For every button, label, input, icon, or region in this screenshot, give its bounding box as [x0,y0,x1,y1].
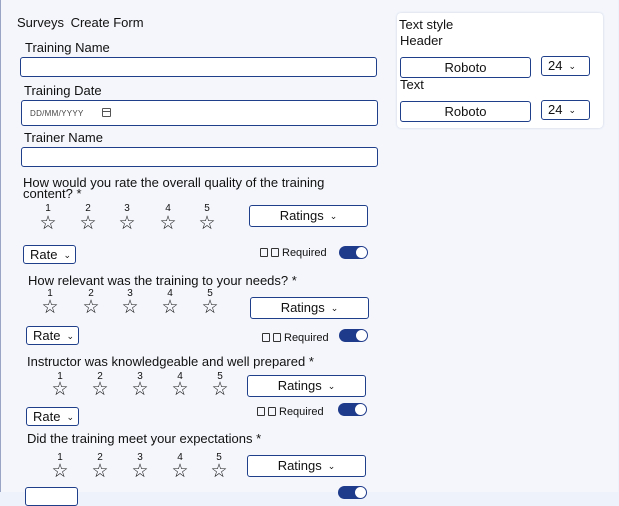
rate-label: Rate [33,328,61,343]
star-icon[interactable]: ☆ [38,214,58,234]
copy-icon[interactable] [262,333,270,342]
rate-select[interactable]: Rate ⌄ [26,407,79,426]
header-size-value: 24 [548,58,563,73]
toggle-knob [355,404,366,415]
training-date-input[interactable]: DD/MM/YYYY [21,100,378,126]
star-icon[interactable]: ☆ [160,298,180,318]
trash-icon[interactable] [271,248,279,257]
ratings-label: Ratings [279,208,324,223]
star-icon[interactable]: ☆ [81,298,101,318]
star-icon[interactable]: ☆ [50,462,70,482]
required-label: Required [282,247,327,259]
chevron-down-icon: ⌄ [568,61,577,71]
rate-label: Rate [30,247,58,262]
training-name-input[interactable] [20,57,377,77]
star-icon[interactable]: ☆ [117,214,137,234]
chevron-down-icon: ⌄ [66,412,75,422]
form-canvas: Surveys Create Form Training Name Traini… [0,0,618,506]
text-size-select[interactable]: 24 ⌄ [541,100,590,120]
chevron-down-icon: ⌄ [66,331,75,341]
required-label: Required [279,406,324,418]
chevron-down-icon: ⌄ [330,303,339,313]
ratings-label: Ratings [277,378,322,393]
star-icon[interactable]: ☆ [90,462,110,482]
header-size-select[interactable]: 24 ⌄ [541,56,590,76]
star-icon[interactable]: ☆ [40,298,60,318]
required-toggle[interactable] [339,329,368,342]
header-style-label: Header [400,33,443,48]
chevron-down-icon: ⌄ [327,461,336,471]
star-icon[interactable]: ☆ [78,214,98,234]
required-label: Required [284,332,329,344]
toggle-knob [356,247,367,258]
question-text: How relevant was the training to your ne… [28,273,297,288]
text-style-title: Text style [399,17,454,32]
text-style-panel: Text style Header Roboto 24 ⌄ Text Roboto… [397,13,603,128]
training-date-label: Training Date [24,83,102,98]
toggle-knob [356,330,367,341]
question-actions: Required [257,406,324,418]
ratings-type-button[interactable]: Ratings ⌄ [250,297,369,319]
rate-select[interactable] [25,487,78,506]
star-icon[interactable]: ☆ [170,380,190,400]
ratings-type-button[interactable]: Ratings ⌄ [247,455,366,477]
star-icon[interactable]: ☆ [90,380,110,400]
star-icon[interactable]: ☆ [210,380,230,400]
star-icon[interactable]: ☆ [130,380,150,400]
chevron-down-icon: ⌄ [329,211,338,221]
title-text: Surveys [17,15,64,30]
trash-icon[interactable] [268,407,276,416]
ratings-type-button[interactable]: Ratings ⌄ [247,375,366,397]
question-text: Instructor was knowledgeable and well pr… [27,354,314,369]
text-style-label: Text [400,77,424,92]
required-toggle[interactable] [339,246,368,259]
toggle-knob [355,487,366,498]
trainer-name-input[interactable] [21,147,378,167]
trash-icon[interactable] [273,333,281,342]
question-text: How would you rate the overall quality o… [23,175,325,201]
page-title: Surveys Create Form [17,15,144,30]
question-actions: Required [262,332,329,344]
ratings-label: Ratings [280,300,325,315]
question-text: Did the training meet your expectations … [27,431,262,446]
star-icon[interactable]: ☆ [130,462,150,482]
ratings-label: Ratings [277,458,322,473]
star-icon[interactable]: ☆ [197,214,217,234]
trainer-name-label: Trainer Name [24,130,103,145]
training-name-label: Training Name [25,40,110,55]
chevron-down-icon: ⌄ [568,105,577,115]
text-size-value: 24 [548,102,563,117]
ratings-type-button[interactable]: Ratings ⌄ [249,205,368,227]
rate-select[interactable]: Rate ⌄ [23,245,76,264]
star-icon[interactable]: ☆ [50,380,70,400]
star-icon[interactable]: ☆ [158,214,178,234]
question-actions: Required [260,247,327,259]
text-font-button[interactable]: Roboto [400,101,531,122]
chevron-down-icon: ⌄ [327,381,336,391]
copy-icon[interactable] [260,248,268,257]
required-toggle[interactable] [338,486,367,499]
rate-select[interactable]: Rate ⌄ [26,326,79,345]
calendar-icon[interactable] [102,108,111,117]
chevron-down-icon: ⌄ [63,250,72,260]
star-icon[interactable]: ☆ [170,462,190,482]
subtitle-text: Create Form [70,15,144,30]
star-icon[interactable]: ☆ [200,298,220,318]
copy-icon[interactable] [257,407,265,416]
header-font-button[interactable]: Roboto [400,57,531,78]
date-placeholder: DD/MM/YYYY [30,109,84,118]
star-icon[interactable]: ☆ [120,298,140,318]
rate-label: Rate [33,409,61,424]
required-toggle[interactable] [338,403,367,416]
star-icon[interactable]: ☆ [209,462,229,482]
